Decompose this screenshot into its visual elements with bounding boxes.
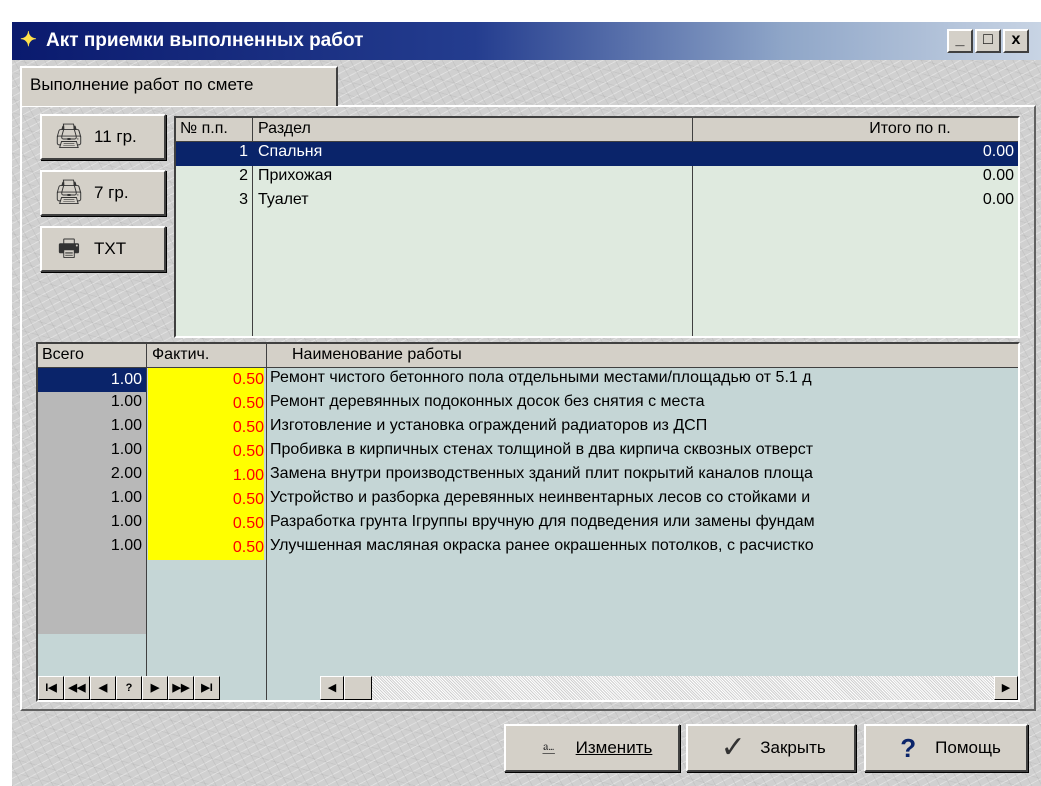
work-row[interactable]: 1.00 0.50 Ремонт чистого бетонного пола …: [38, 368, 1018, 392]
print-txt-label: TXT: [94, 239, 127, 258]
record-navigator: I◀ ◀◀ ◀ ? ▶ ▶▶ ▶I: [38, 676, 274, 700]
section-name: Спальня: [258, 143, 323, 160]
work-actual[interactable]: 0.50: [148, 368, 264, 392]
title-bar[interactable]: ✦ Акт приемки выполненных работ _ □ x: [12, 22, 1041, 60]
work-name: Пробивка в кирпичных стенах толщиной в д…: [270, 441, 814, 458]
print-txt-button[interactable]: 🖶 TXT: [40, 226, 166, 272]
printer-icon: 🖶: [57, 235, 81, 262]
close-label: Закрыть: [760, 738, 826, 757]
work-total: 1.00: [110, 441, 142, 458]
section-total: 0.00: [982, 143, 1014, 160]
help-button[interactable]: ? Помощь: [864, 724, 1028, 772]
work-actual[interactable]: 1.00: [148, 464, 264, 488]
work-total: 1.00: [110, 393, 142, 410]
close-window-button[interactable]: x: [1003, 29, 1029, 53]
sections-header: № п.п. Раздел Итого по п.: [176, 118, 1018, 142]
print-11gr-label: 11 гр.: [94, 127, 137, 146]
work-actual[interactable]: 0.50: [148, 536, 264, 560]
work-name: Изготовление и установка ограждений ради…: [270, 417, 708, 434]
first-record-button[interactable]: I◀: [38, 676, 64, 700]
prev-page-button[interactable]: ◀◀: [64, 676, 90, 700]
prev-record-button[interactable]: ◀: [90, 676, 116, 700]
work-row[interactable]: 1.00 0.50 Разработка грунта Iгруппы вруч…: [38, 512, 1018, 536]
work-total: 1.00: [110, 417, 142, 434]
minimize-button[interactable]: _: [947, 29, 973, 53]
printer-icon: 🖨: [53, 123, 85, 150]
work-total: 1.00: [110, 489, 142, 506]
work-name: Замена внутри производственных зданий пл…: [270, 465, 813, 482]
print-7gr-label: 7 гр.: [94, 183, 129, 202]
horizontal-scrollbar[interactable]: ◀ ▶: [320, 676, 1018, 700]
scroll-right-button[interactable]: ▶: [994, 676, 1018, 700]
app-icon: ✦: [20, 29, 37, 51]
checkmark-icon: ✓: [720, 731, 746, 764]
work-row[interactable]: 1.00 0.50 Ремонт деревянных подоконных д…: [38, 392, 1018, 416]
section-name: Туалет: [258, 191, 309, 208]
last-record-button[interactable]: ▶I: [194, 676, 220, 700]
close-button[interactable]: ✓ Закрыть: [686, 724, 856, 772]
work-total: 1.00: [110, 513, 142, 530]
work-row[interactable]: 1.00 0.50 Улучшенная масляная окраска ра…: [38, 536, 1018, 560]
works-header: Всего Фактич. Наименование работы: [38, 344, 1018, 368]
section-name: Прихожая: [258, 167, 333, 184]
section-total: 0.00: [982, 191, 1014, 208]
print-11gr-button[interactable]: 🖨 11 гр.: [40, 114, 166, 160]
work-total: 1.00: [38, 368, 146, 392]
next-record-button[interactable]: ▶: [142, 676, 168, 700]
help-label: Помощь: [935, 738, 1001, 757]
header-num[interactable]: № п.п.: [180, 120, 228, 138]
print-7gr-button[interactable]: 🖨 7 гр.: [40, 170, 166, 216]
main-window: ✦ Акт приемки выполненных работ _ □ x Вы…: [10, 20, 1041, 786]
work-name: Ремонт деревянных подоконных досок без с…: [270, 393, 705, 410]
work-total: 1.00: [110, 537, 142, 554]
work-name: Устройство и разборка деревянных неинвен…: [270, 489, 811, 506]
work-row[interactable]: 1.00 0.50 Изготовление и установка ограж…: [38, 416, 1018, 440]
section-num: 3: [239, 191, 248, 208]
header-total-qty[interactable]: Всего: [42, 346, 84, 364]
work-name: Ремонт чистого бетонного пола отдельными…: [270, 369, 812, 386]
section-row[interactable]: 1 Спальня 0.00: [176, 142, 1018, 166]
scroll-thumb[interactable]: [344, 676, 372, 700]
work-name: Улучшенная масляная окраска ранее окраше…: [270, 537, 814, 554]
work-row[interactable]: 1.00 0.50 Устройство и разборка деревянн…: [38, 488, 1018, 512]
work-name: Разработка грунта Iгруппы вручную для по…: [270, 513, 815, 530]
scroll-left-button[interactable]: ◀: [320, 676, 344, 700]
maximize-button[interactable]: □: [975, 29, 1001, 53]
section-row[interactable]: 3 Туалет 0.00: [176, 190, 1018, 214]
edit-label: Изменить: [575, 738, 653, 757]
header-actual[interactable]: Фактич.: [152, 346, 209, 364]
works-grid[interactable]: Всего Фактич. Наименование работы 1.00 0…: [36, 342, 1020, 702]
work-total: 2.00: [110, 465, 142, 482]
work-actual[interactable]: 0.50: [148, 488, 264, 512]
tab-work-by-estimate[interactable]: Выполнение работ по смете: [20, 66, 338, 106]
work-actual[interactable]: 0.50: [148, 512, 264, 536]
header-total[interactable]: Итого по п.: [810, 120, 1010, 138]
header-section[interactable]: Раздел: [258, 120, 311, 138]
section-num: 2: [239, 167, 248, 184]
header-work-name[interactable]: Наименование работы: [292, 346, 462, 364]
work-actual[interactable]: 0.50: [148, 392, 264, 416]
edit-icon: ⎁: [541, 738, 556, 758]
section-row[interactable]: 2 Прихожая 0.00: [176, 166, 1018, 190]
query-button[interactable]: ?: [116, 676, 142, 700]
help-icon: ?: [900, 733, 917, 763]
printer-icon: 🖨: [53, 179, 85, 206]
next-page-button[interactable]: ▶▶: [168, 676, 194, 700]
section-num: 1: [239, 143, 248, 160]
work-row[interactable]: 2.00 1.00 Замена внутри производственных…: [38, 464, 1018, 488]
section-total: 0.00: [982, 167, 1014, 184]
work-actual[interactable]: 0.50: [148, 440, 264, 464]
window-title: Акт приемки выполненных работ: [46, 30, 364, 51]
edit-button[interactable]: ⎁ Изменить: [504, 724, 680, 772]
work-actual[interactable]: 0.50: [148, 416, 264, 440]
work-row[interactable]: 1.00 0.50 Пробивка в кирпичных стенах то…: [38, 440, 1018, 464]
sections-grid[interactable]: № п.п. Раздел Итого по п. 1 Спальня 0.00…: [174, 116, 1020, 338]
